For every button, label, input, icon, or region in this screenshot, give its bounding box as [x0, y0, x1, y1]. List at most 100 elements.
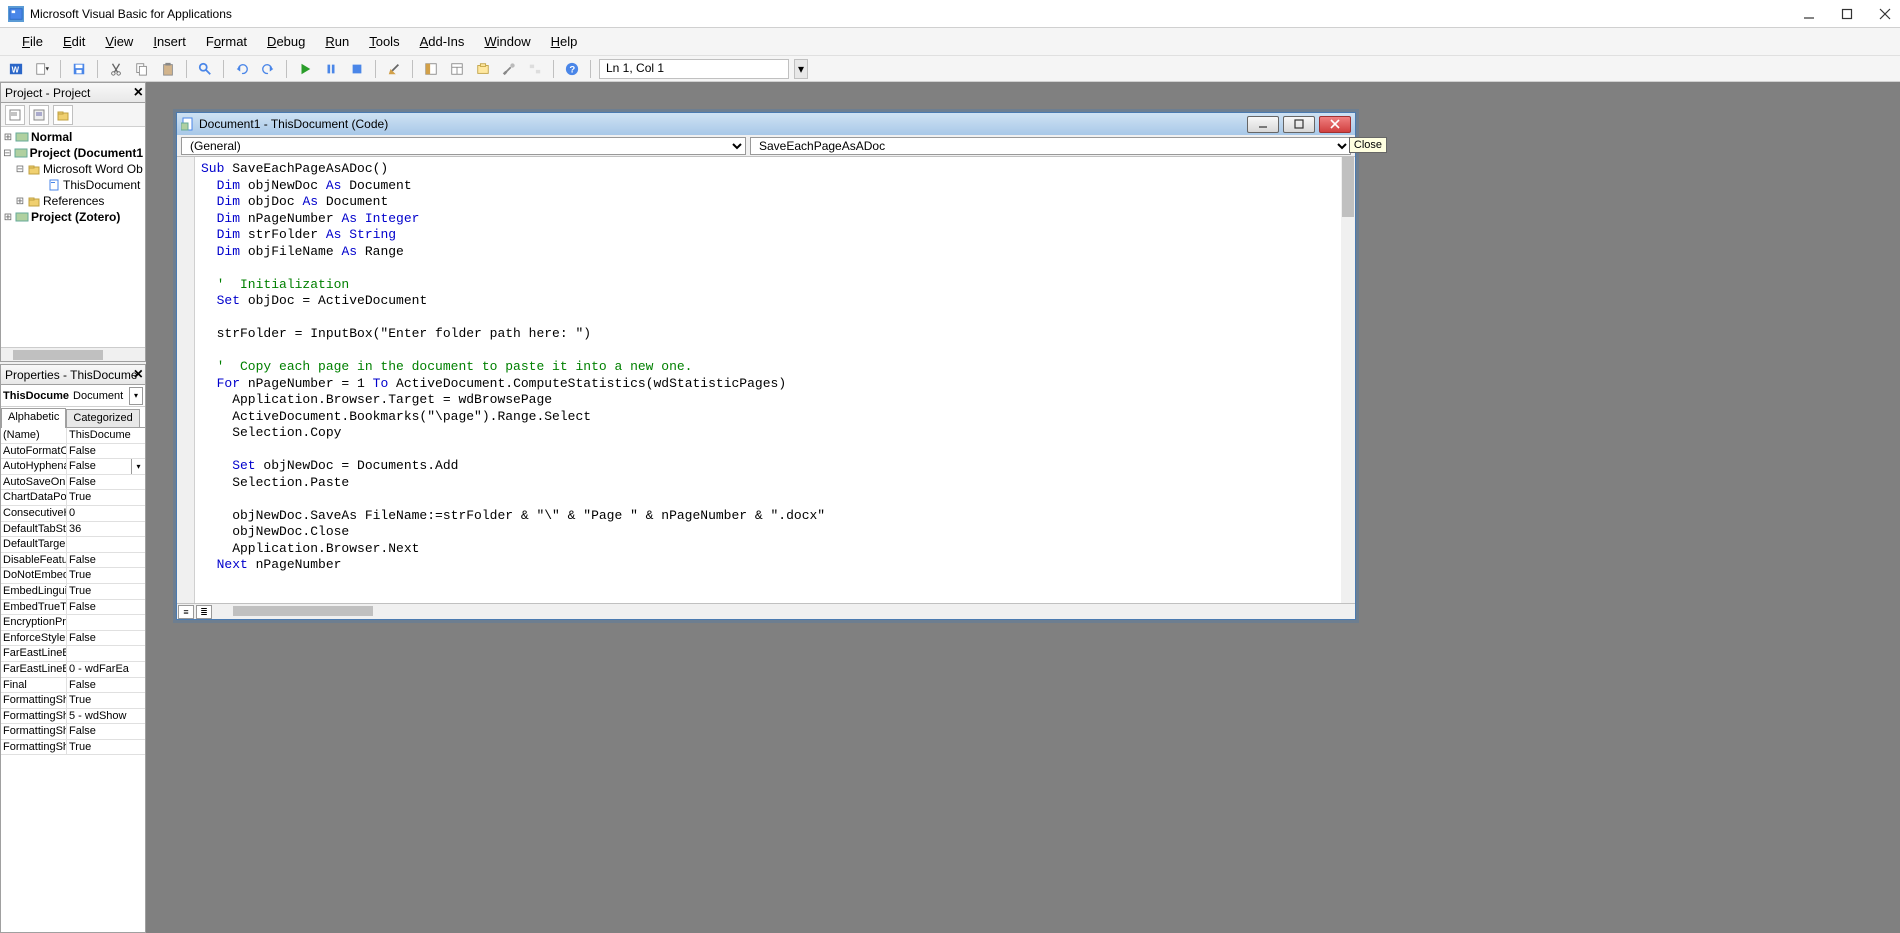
- chevron-down-icon[interactable]: ▾: [129, 387, 143, 405]
- property-row[interactable]: FormattingSh5 - wdShow: [1, 709, 145, 725]
- property-row[interactable]: FormattingShTrue: [1, 693, 145, 709]
- property-value[interactable]: False: [67, 600, 145, 615]
- property-row[interactable]: EncryptionPro: [1, 615, 145, 631]
- property-row[interactable]: DisableFeatuFalse: [1, 553, 145, 569]
- menu-debug[interactable]: Debug: [257, 30, 315, 53]
- tab-alphabetic[interactable]: Alphabetic: [1, 408, 66, 428]
- property-row[interactable]: DefaultTarge: [1, 537, 145, 553]
- window-close-button[interactable]: [1878, 7, 1892, 21]
- property-value[interactable]: 36: [67, 522, 145, 537]
- run-button[interactable]: [295, 59, 315, 79]
- property-row[interactable]: ConsecutiveH0: [1, 506, 145, 522]
- property-row[interactable]: EnforceStyleFalse: [1, 631, 145, 647]
- menu-window[interactable]: Window: [474, 30, 540, 53]
- tab-order-button[interactable]: [525, 59, 545, 79]
- code-window-minimize-button[interactable]: [1247, 116, 1279, 133]
- code-margin[interactable]: [177, 157, 195, 603]
- menu-view[interactable]: View: [95, 30, 143, 53]
- code-window-titlebar[interactable]: Document1 - ThisDocument (Code): [177, 113, 1355, 135]
- menu-help[interactable]: Help: [541, 30, 588, 53]
- properties-window-button[interactable]: [447, 59, 467, 79]
- property-value[interactable]: False: [67, 475, 145, 490]
- property-row[interactable]: EmbedTrueTyFalse: [1, 600, 145, 616]
- window-maximize-button[interactable]: [1840, 7, 1854, 21]
- copy-button[interactable]: [132, 59, 152, 79]
- paste-button[interactable]: [158, 59, 178, 79]
- toolbox-button[interactable]: [499, 59, 519, 79]
- property-value[interactable]: True: [67, 740, 145, 755]
- property-row[interactable]: AutoSaveOnFalse: [1, 475, 145, 491]
- property-row[interactable]: AutoHyphenaFalse▾: [1, 459, 145, 475]
- code-editor[interactable]: Sub SaveEachPageAsADoc() Dim objNewDoc A…: [195, 157, 1341, 603]
- property-value[interactable]: True: [67, 490, 145, 505]
- property-value[interactable]: True: [67, 568, 145, 583]
- object-selector-dropdown[interactable]: (General): [181, 137, 746, 155]
- property-value[interactable]: [67, 615, 145, 630]
- view-word-button[interactable]: W: [6, 59, 26, 79]
- insert-dropdown-button[interactable]: [32, 59, 52, 79]
- cut-button[interactable]: [106, 59, 126, 79]
- property-value[interactable]: ThisDocume: [67, 428, 145, 443]
- property-value[interactable]: False▾: [67, 459, 145, 474]
- save-button[interactable]: [69, 59, 89, 79]
- property-row[interactable]: FormattingShFalse: [1, 724, 145, 740]
- full-module-view-button[interactable]: ≣: [196, 605, 212, 619]
- code-hscrollbar[interactable]: [213, 604, 1355, 619]
- properties-panel-close-button[interactable]: ×: [134, 370, 143, 380]
- tab-categorized[interactable]: Categorized: [66, 409, 139, 427]
- toolbar-overflow-button[interactable]: ▾: [794, 59, 808, 79]
- tree-node-normal[interactable]: ⊞Normal: [1, 129, 145, 145]
- properties-object-selector[interactable]: ThisDocume Document ▾: [1, 385, 145, 407]
- property-value[interactable]: False: [67, 678, 145, 693]
- scrollbar-thumb[interactable]: [1342, 157, 1354, 217]
- view-code-button[interactable]: [5, 105, 25, 125]
- property-value[interactable]: False: [67, 724, 145, 739]
- menu-tools[interactable]: Tools: [359, 30, 409, 53]
- property-value[interactable]: 0 - wdFarEa: [67, 662, 145, 677]
- find-button[interactable]: [195, 59, 215, 79]
- tree-node-project-document[interactable]: ⊟Project (Document1: [1, 145, 145, 161]
- property-row[interactable]: DefaultTabSt36: [1, 522, 145, 538]
- tree-node-word-objects[interactable]: ⊟Microsoft Word Ob: [1, 161, 145, 177]
- window-minimize-button[interactable]: [1802, 7, 1816, 21]
- menu-run[interactable]: Run: [315, 30, 359, 53]
- project-explorer-button[interactable]: [421, 59, 441, 79]
- property-value[interactable]: False: [67, 444, 145, 459]
- redo-button[interactable]: [258, 59, 278, 79]
- property-value[interactable]: 0: [67, 506, 145, 521]
- property-value[interactable]: False: [67, 631, 145, 646]
- code-vscrollbar[interactable]: [1341, 157, 1355, 603]
- tree-node-project-zotero[interactable]: ⊞Project (Zotero): [1, 209, 145, 225]
- property-row[interactable]: FarEastLineB0 - wdFarEa: [1, 662, 145, 678]
- property-value[interactable]: False: [67, 553, 145, 568]
- procedure-selector-dropdown[interactable]: SaveEachPageAsADoc: [750, 137, 1351, 155]
- code-window-close-button[interactable]: [1319, 116, 1351, 133]
- project-panel-close-button[interactable]: ×: [134, 88, 143, 98]
- property-row[interactable]: (Name)ThisDocume: [1, 428, 145, 444]
- property-value[interactable]: [67, 537, 145, 552]
- project-tree[interactable]: ⊞Normal ⊟Project (Document1 ⊟Microsoft W…: [1, 127, 145, 347]
- property-row[interactable]: FormattingShTrue: [1, 740, 145, 756]
- tree-node-references[interactable]: ⊞References: [1, 193, 145, 209]
- code-window-maximize-button[interactable]: [1283, 116, 1315, 133]
- procedure-view-button[interactable]: ≡: [178, 605, 194, 619]
- property-row[interactable]: FinalFalse: [1, 678, 145, 694]
- toggle-folders-button[interactable]: [53, 105, 73, 125]
- property-value[interactable]: True: [67, 584, 145, 599]
- object-browser-button[interactable]: [473, 59, 493, 79]
- property-value[interactable]: 5 - wdShow: [67, 709, 145, 724]
- properties-grid[interactable]: (Name)ThisDocumeAutoFormatOFalseAutoHyph…: [1, 427, 145, 932]
- break-button[interactable]: [321, 59, 341, 79]
- property-row[interactable]: DoNotEmbedTrue: [1, 568, 145, 584]
- project-tree-hscroll[interactable]: [1, 347, 145, 361]
- help-button[interactable]: ?: [562, 59, 582, 79]
- menu-addins[interactable]: Add-Ins: [410, 30, 475, 53]
- property-row[interactable]: EmbedLinguisTrue: [1, 584, 145, 600]
- property-value[interactable]: True: [67, 693, 145, 708]
- design-mode-button[interactable]: [384, 59, 404, 79]
- view-object-button[interactable]: [29, 105, 49, 125]
- reset-button[interactable]: [347, 59, 367, 79]
- property-value[interactable]: [67, 646, 145, 661]
- chevron-down-icon[interactable]: ▾: [131, 459, 145, 474]
- menu-edit[interactable]: Edit: [53, 30, 95, 53]
